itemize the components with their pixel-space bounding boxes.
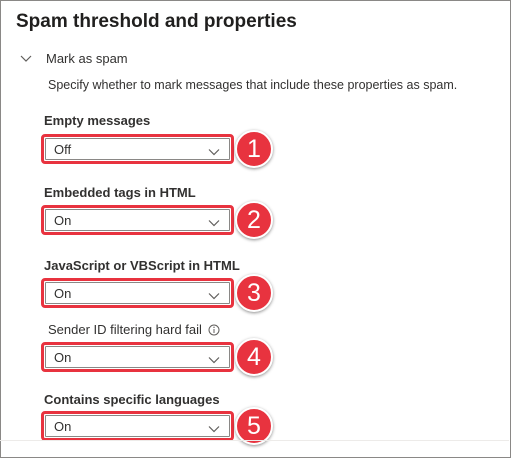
dropdown-inner-border: [45, 282, 230, 304]
embedded-tags-dropdown[interactable]: On: [41, 205, 234, 235]
embedded-tags-label: Embedded tags in HTML: [44, 185, 196, 200]
chevron-down-icon: [208, 220, 220, 227]
panel-title: Spam threshold and properties: [16, 11, 297, 32]
section-description: Specify whether to mark messages that in…: [48, 78, 458, 92]
info-icon[interactable]: [208, 324, 220, 336]
sender-id-label: Sender ID filtering hard fail: [48, 322, 202, 337]
javascript-vbscript-label: JavaScript or VBScript in HTML: [44, 258, 240, 273]
mark-as-spam-section-toggle[interactable]: Mark as spam: [18, 50, 128, 66]
dropdown-inner-border: [45, 138, 230, 160]
dropdown-inner-border: [45, 415, 230, 437]
callout-badge-1: 1: [235, 130, 273, 168]
chevron-down-icon: [208, 426, 220, 433]
empty-messages-dropdown[interactable]: Off: [41, 134, 234, 164]
dropdown-value: On: [54, 418, 72, 434]
dropdown-inner-border: [45, 346, 230, 368]
specific-languages-dropdown[interactable]: On: [41, 411, 234, 441]
dropdown-inner-border: [45, 209, 230, 231]
chevron-down-icon: [208, 149, 220, 156]
dropdown-value: On: [54, 212, 72, 228]
chevron-down-icon: [208, 357, 220, 364]
dropdown-value: On: [54, 285, 72, 301]
bottom-divider: [0, 440, 509, 441]
callout-badge-3: 3: [235, 274, 273, 312]
dropdown-value: Off: [54, 141, 72, 157]
chevron-down-icon: [20, 55, 32, 62]
chevron-down-icon: [208, 293, 220, 300]
callout-badge-2: 2: [235, 201, 273, 239]
specific-languages-label: Contains specific languages: [44, 392, 220, 407]
sender-id-label-row: Sender ID filtering hard fail: [48, 322, 220, 337]
empty-messages-label: Empty messages: [44, 113, 151, 128]
dropdown-value: On: [54, 349, 72, 365]
callout-badge-4: 4: [235, 338, 273, 376]
javascript-vbscript-dropdown[interactable]: On: [41, 278, 234, 308]
section-label: Mark as spam: [46, 50, 128, 66]
sender-id-dropdown[interactable]: On: [41, 342, 234, 372]
